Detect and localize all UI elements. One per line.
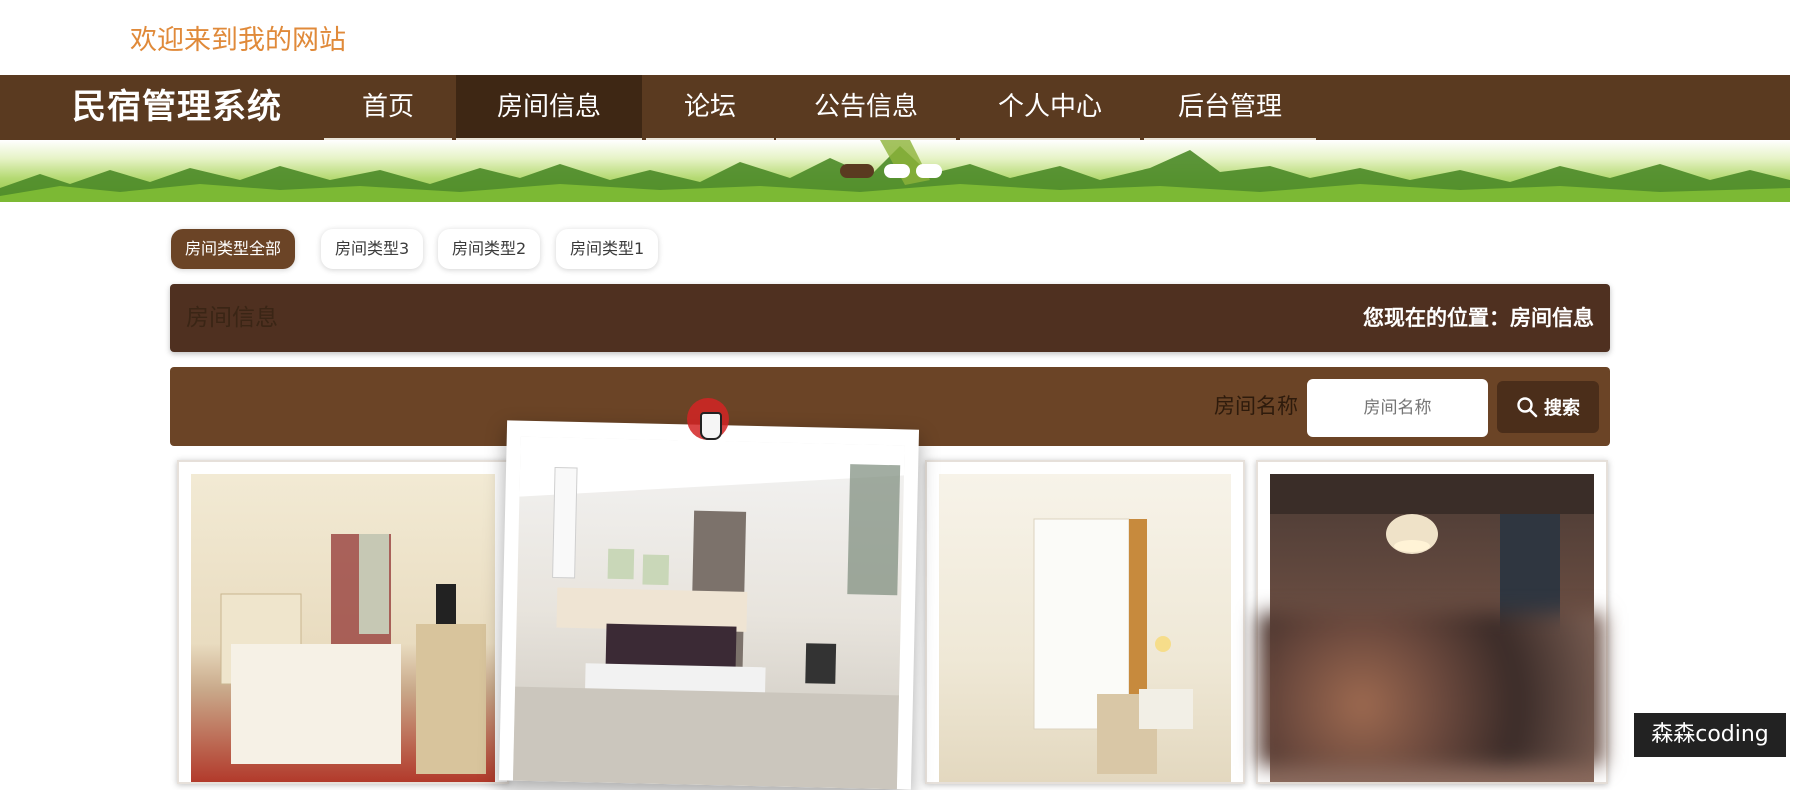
featured-room-illustration	[512, 436, 905, 790]
nav-item-rooms[interactable]: 房间信息	[456, 75, 642, 140]
category-type1[interactable]: 房间类型1	[556, 229, 659, 269]
carousel-dot-2[interactable]	[884, 164, 910, 178]
nav-item-admin[interactable]: 后台管理	[1144, 75, 1316, 140]
room-illustration-3	[1033, 518, 1193, 774]
room-card-1[interactable]	[177, 460, 509, 784]
search-button[interactable]: 搜索	[1497, 381, 1599, 433]
nav-item-profile[interactable]: 个人中心	[960, 75, 1140, 140]
featured-room-card[interactable]	[498, 420, 920, 790]
category-all[interactable]: 房间类型全部	[171, 229, 296, 269]
section-title: 房间信息	[186, 305, 278, 331]
watermark: 森森coding	[1634, 713, 1786, 757]
main-nav: 民宿管理系统 首页 房间信息 论坛 公告信息 个人中心 后台管理	[0, 75, 1790, 140]
room-card-3[interactable]	[925, 460, 1245, 784]
nav-item-home[interactable]: 首页	[324, 75, 452, 140]
carousel-dot-1[interactable]	[840, 164, 874, 178]
search-input[interactable]	[1307, 379, 1488, 437]
blurred-room-photo	[1258, 613, 1604, 766]
welcome-text: 欢迎来到我的网站	[130, 25, 346, 56]
breadcrumb: 您现在的位置：房间信息	[1363, 306, 1594, 330]
search-label: 房间名称	[1214, 394, 1298, 418]
category-type2[interactable]: 房间类型2	[438, 229, 541, 269]
search-button-label: 搜索	[1544, 398, 1580, 419]
carousel-dot-3[interactable]	[916, 164, 942, 178]
nav-item-notices[interactable]: 公告信息	[776, 75, 956, 140]
featured-room-photo	[512, 436, 905, 790]
search-icon	[1517, 397, 1538, 418]
room-illustration-1	[220, 534, 486, 774]
room-photo-1	[191, 474, 495, 782]
site-brand[interactable]: 民宿管理系统	[72, 75, 282, 140]
section-header: 房间信息 您现在的位置：房间信息	[170, 284, 1610, 352]
category-type3[interactable]: 房间类型3	[321, 229, 424, 269]
nav-item-forum[interactable]: 论坛	[646, 75, 774, 140]
room-photo-3	[939, 474, 1231, 782]
hand-cursor-icon	[700, 412, 722, 440]
